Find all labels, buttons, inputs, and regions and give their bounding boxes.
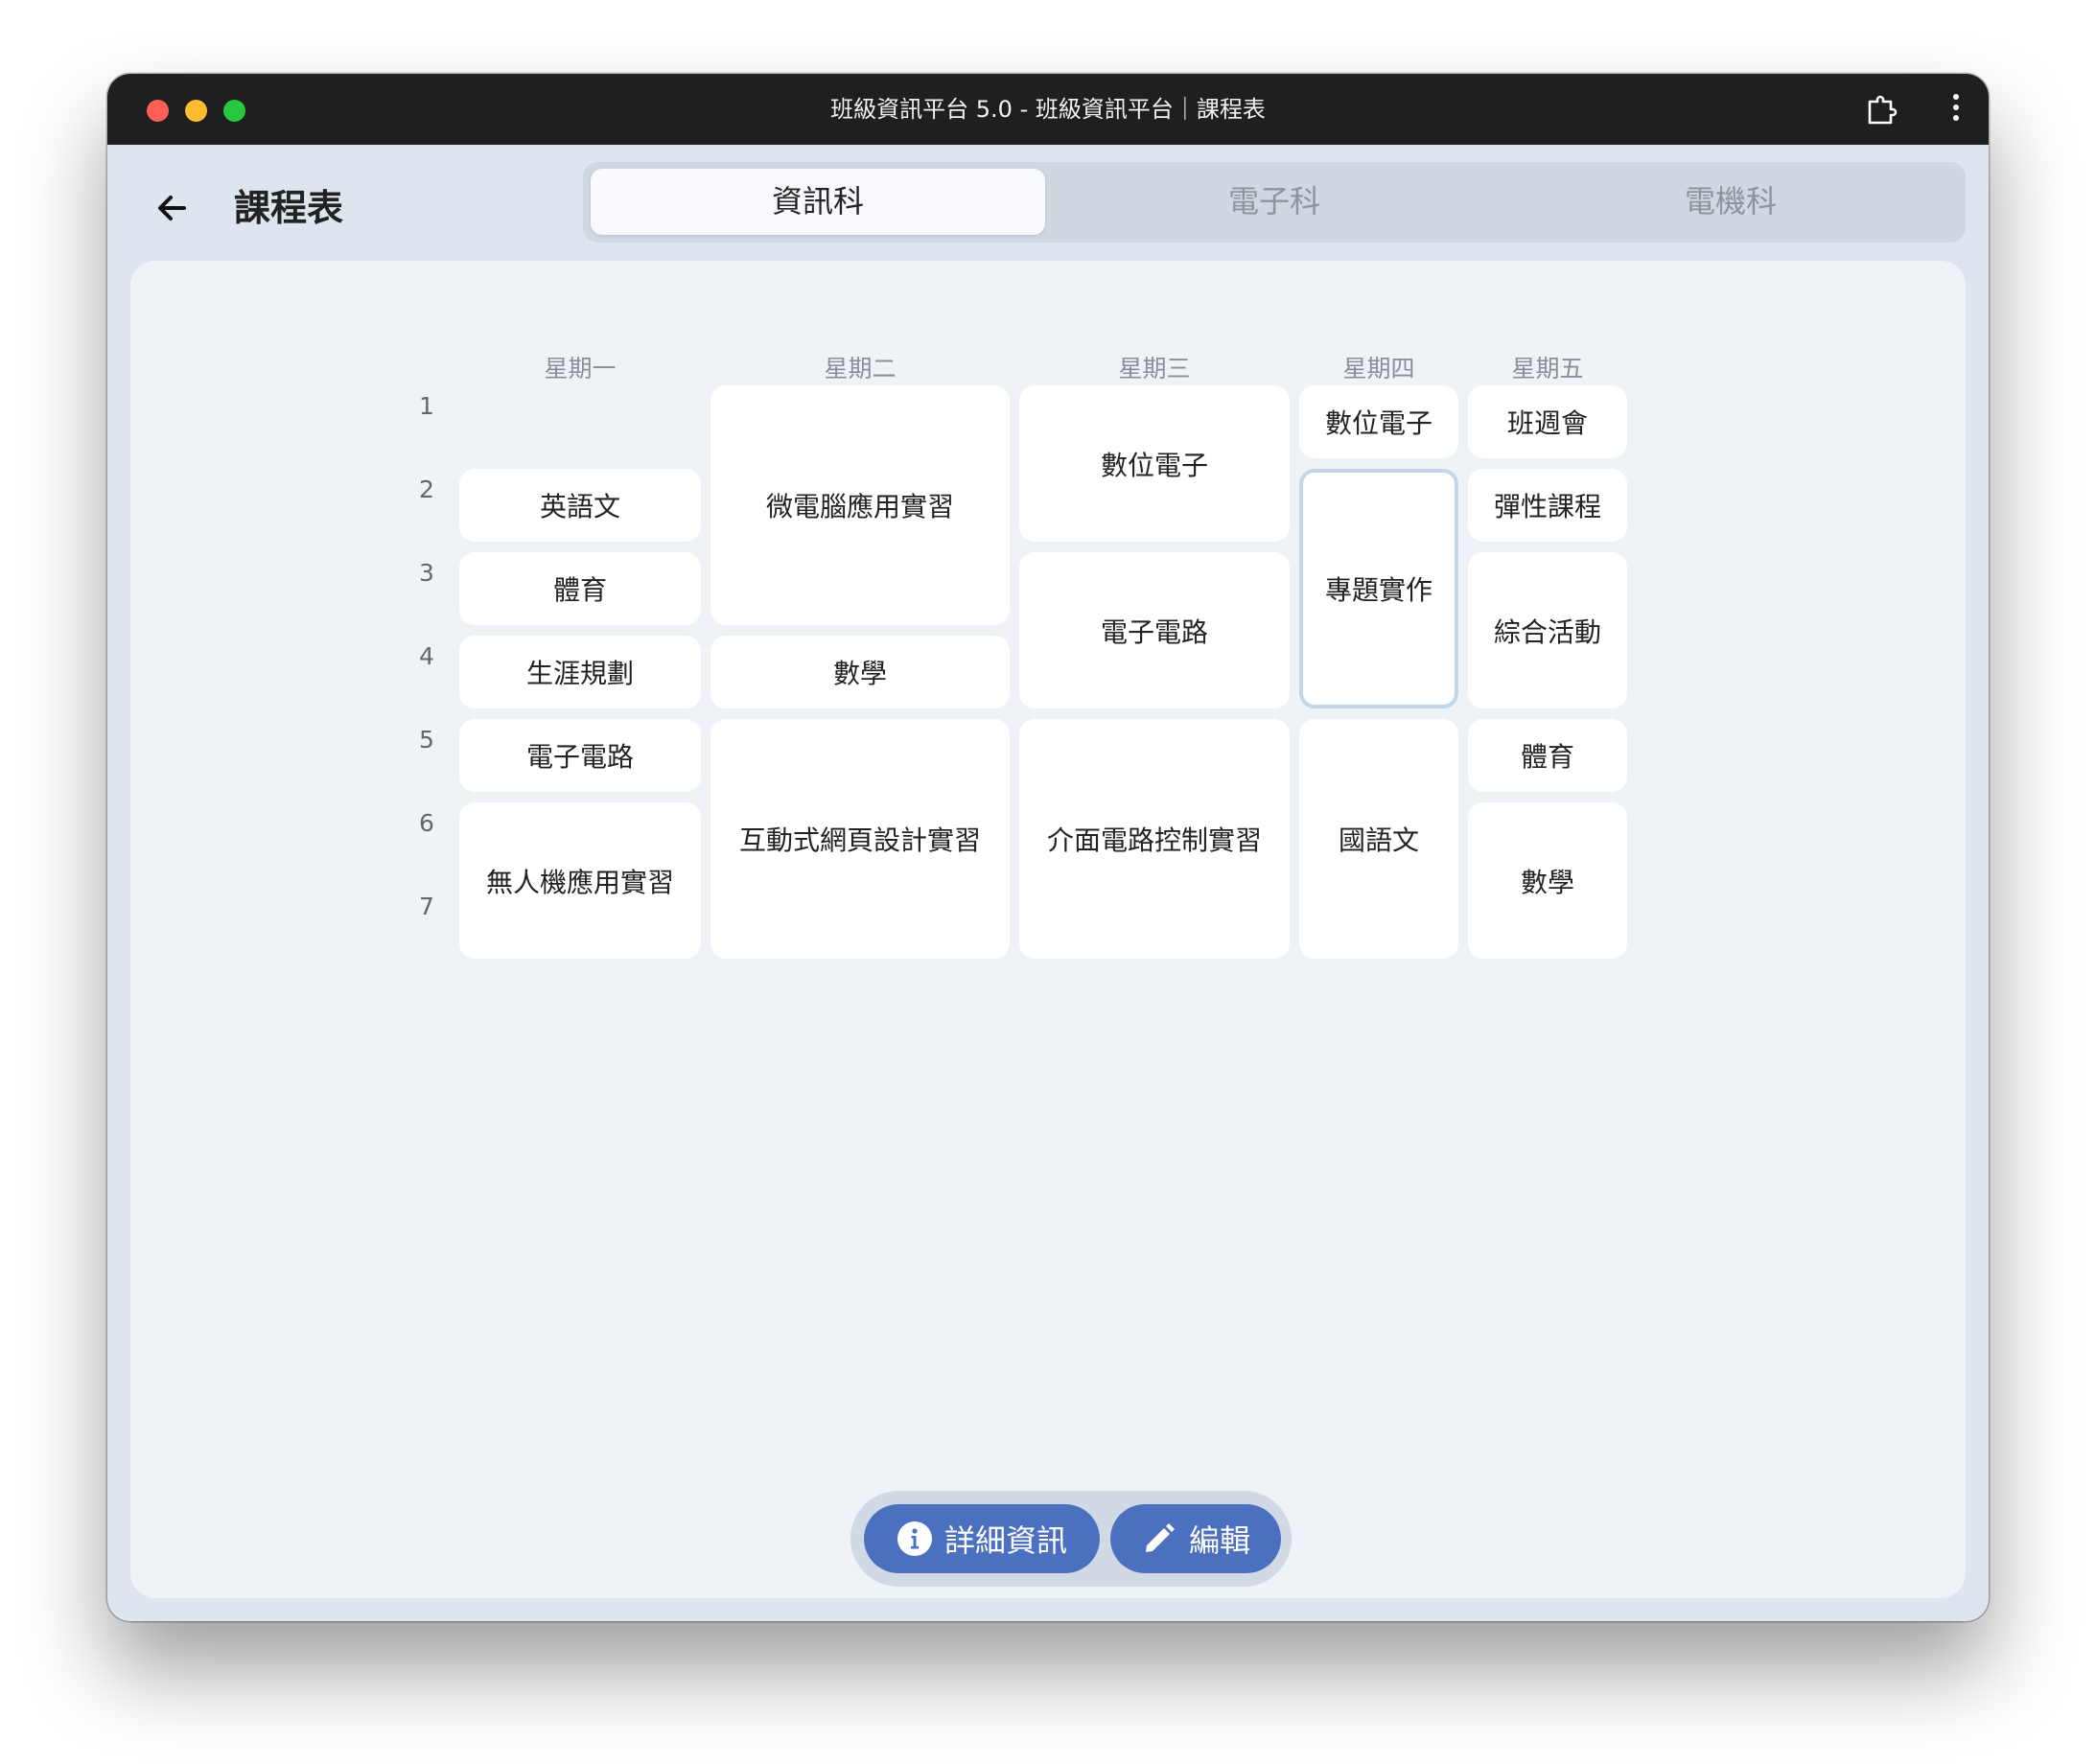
course-cell-wed-p5-7[interactable]: 介面電路控制實習 bbox=[1019, 719, 1290, 959]
course-cell-wed-p3-4[interactable]: 電子電路 bbox=[1019, 552, 1290, 708]
department-tabs: 資訊科 電子科 電機科 bbox=[583, 162, 1966, 243]
tab-information[interactable]: 資訊科 bbox=[591, 169, 1045, 235]
edit-button[interactable]: 編輯 bbox=[1110, 1504, 1281, 1573]
period-number: 6 bbox=[419, 809, 434, 837]
course-cell-thu-p5-7[interactable]: 國語文 bbox=[1299, 719, 1458, 959]
period-number: 4 bbox=[419, 642, 434, 670]
more-options-icon[interactable] bbox=[1950, 94, 1962, 127]
course-cell-mon-p6-7[interactable]: 無人機應用實習 bbox=[459, 802, 701, 959]
period-number: 3 bbox=[419, 559, 434, 587]
course-cell-thu-p2-4-selected[interactable]: 專題實作 bbox=[1299, 469, 1458, 708]
period-number: 1 bbox=[419, 392, 434, 420]
course-cell-tue-p1-3[interactable]: 微電腦應用實習 bbox=[710, 385, 1010, 625]
extension-icon[interactable] bbox=[1864, 93, 1898, 128]
window-title: 班級資訊平台 5.0 - 班級資訊平台｜課程表 bbox=[830, 96, 1266, 123]
timetable-panel: 星期一 星期二 星期三 星期四 星期五 1 2 3 4 5 6 7 英語文 體育… bbox=[130, 261, 1966, 1598]
period-number: 2 bbox=[419, 476, 434, 503]
course-cell-mon-p3[interactable]: 體育 bbox=[459, 552, 701, 625]
info-icon bbox=[897, 1521, 932, 1556]
details-button-label: 詳細資訊 bbox=[943, 1522, 1067, 1559]
course-cell-fri-p1[interactable]: 班週會 bbox=[1468, 385, 1627, 458]
course-cell-thu-p1[interactable]: 數位電子 bbox=[1299, 385, 1458, 458]
tab-electronics[interactable]: 電子科 bbox=[1047, 169, 1502, 235]
back-arrow-icon[interactable] bbox=[148, 183, 198, 233]
title-bar: 班級資訊平台 5.0 - 班級資訊平台｜課程表 bbox=[107, 74, 1989, 145]
course-cell-fri-p6-7[interactable]: 數學 bbox=[1468, 802, 1627, 959]
course-cell-mon-p5[interactable]: 電子電路 bbox=[459, 719, 701, 792]
action-bar: 詳細資訊 編輯 bbox=[850, 1491, 1292, 1587]
course-cell-fri-p3-4[interactable]: 綜合活動 bbox=[1468, 552, 1627, 708]
period-number: 5 bbox=[419, 726, 434, 754]
course-cell-wed-p1-2[interactable]: 數位電子 bbox=[1019, 385, 1290, 542]
course-cell-fri-p2[interactable]: 彈性課程 bbox=[1468, 469, 1627, 542]
course-cell-tue-p5-7[interactable]: 互動式網頁設計實習 bbox=[710, 719, 1010, 959]
day-header-tuesday: 星期二 bbox=[824, 355, 897, 383]
course-cell-fri-p5[interactable]: 體育 bbox=[1468, 719, 1627, 792]
course-cell-mon-p4[interactable]: 生涯規劃 bbox=[459, 636, 701, 708]
course-cell-mon-p1-2[interactable]: 英語文 bbox=[459, 469, 701, 542]
edit-button-label: 編輯 bbox=[1188, 1522, 1250, 1559]
day-header-monday: 星期一 bbox=[544, 355, 617, 383]
page-title: 課程表 bbox=[234, 187, 344, 229]
day-header-wednesday: 星期三 bbox=[1118, 355, 1191, 383]
period-number: 7 bbox=[419, 893, 434, 920]
details-button[interactable]: 詳細資訊 bbox=[864, 1504, 1100, 1573]
main-content: 課程表 資訊科 電子科 電機科 星期一 星期二 星期三 星期四 星期五 1 2 … bbox=[107, 145, 1989, 1621]
app-window: 班級資訊平台 5.0 - 班級資訊平台｜課程表 課程表 資訊科 電子科 電機科 … bbox=[107, 74, 1989, 1621]
pencil-icon bbox=[1145, 1523, 1175, 1552]
tab-electrical[interactable]: 電機科 bbox=[1503, 169, 1958, 235]
day-header-friday: 星期五 bbox=[1511, 355, 1584, 383]
course-cell-tue-p4[interactable]: 數學 bbox=[710, 636, 1010, 708]
day-header-thursday: 星期四 bbox=[1342, 355, 1415, 383]
